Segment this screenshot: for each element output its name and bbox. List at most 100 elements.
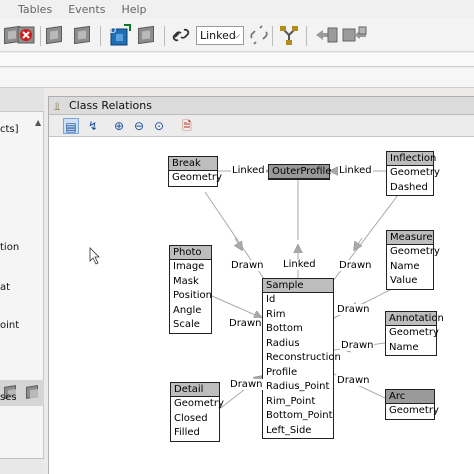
class-attribute: Profile bbox=[266, 366, 298, 378]
class-annotation[interactable]: Annotation Geometry Name bbox=[385, 311, 444, 356]
edge-label-photo-sample: Drawn bbox=[228, 318, 263, 329]
class-break[interactable]: Break Geometry bbox=[168, 156, 222, 187]
edge-label-outer-inflection: Linked bbox=[338, 165, 373, 176]
class-name: Annotation bbox=[386, 312, 444, 326]
link-icon[interactable] bbox=[170, 24, 192, 46]
class-attribute: Scale bbox=[173, 319, 200, 330]
class-attribute: Radius bbox=[266, 337, 300, 349]
window-title: Class Relations bbox=[69, 99, 152, 112]
left-panel-text: oint bbox=[0, 320, 20, 331]
class-attribute: Rim_Point bbox=[266, 395, 316, 407]
class-attribute: Value bbox=[390, 275, 418, 286]
class-attribute: Name bbox=[390, 260, 420, 272]
relations-graph-icon[interactable] bbox=[278, 24, 300, 46]
class-attribute: Mask bbox=[173, 275, 199, 287]
add-cube-icon[interactable] bbox=[44, 24, 66, 46]
cube-settings-icon[interactable] bbox=[136, 24, 158, 46]
toolbar-separator bbox=[40, 26, 41, 46]
toolbar-separator bbox=[306, 26, 307, 46]
relations-icon: ⫫ bbox=[54, 100, 61, 113]
class-photo[interactable]: Photo Image Mask Position Angle Scale bbox=[169, 245, 212, 334]
link-mode-value: Linked bbox=[200, 29, 236, 42]
workspace-strip bbox=[0, 68, 474, 88]
class-arc[interactable]: Arc Geometry bbox=[385, 389, 439, 420]
class-sample[interactable]: Sample Id Rim Bottom Radius Reconstructi… bbox=[262, 278, 341, 439]
zoom-out-icon[interactable]: ⊖ bbox=[131, 118, 147, 134]
edge-label-detail-sample: Drawn bbox=[229, 379, 264, 390]
class-name: Inflection bbox=[387, 152, 436, 166]
address-bar bbox=[0, 53, 474, 67]
export-pdf-icon[interactable]: 🗎 bbox=[179, 118, 195, 134]
left-panel-text: ses bbox=[0, 392, 17, 403]
menu-tables[interactable]: Tables bbox=[18, 3, 52, 16]
class-attribute: Rim bbox=[266, 308, 286, 320]
class-detail[interactable]: Detail Geometry Closed Filled bbox=[170, 382, 224, 442]
delete-icon[interactable] bbox=[16, 24, 38, 46]
class-measure[interactable]: Measure Geometry Name Value bbox=[386, 230, 440, 290]
class-attribute: Id bbox=[266, 294, 276, 305]
remove-cube-icon[interactable] bbox=[314, 24, 338, 46]
class-name: OuterProfile bbox=[269, 165, 332, 179]
unlink-icon[interactable] bbox=[248, 24, 270, 46]
class-outer-profile[interactable]: OuterProfile bbox=[268, 164, 332, 180]
edge-label-inflection-sample: Drawn bbox=[338, 260, 373, 271]
edge-label-break-sample: Drawn bbox=[230, 260, 265, 271]
select-mode-icon[interactable]: ▤ bbox=[63, 118, 79, 134]
svg-text:D: D bbox=[110, 26, 116, 35]
edge-label-outer-sample: Linked bbox=[282, 259, 317, 270]
class-name: Detail bbox=[171, 383, 219, 397]
edge-label-break-outer: Linked bbox=[231, 165, 266, 176]
class-attribute: Geometry bbox=[390, 246, 440, 257]
class-name: Photo bbox=[170, 246, 211, 260]
class-attribute: Bottom_Point bbox=[266, 410, 333, 421]
cube-grid-icon[interactable] bbox=[72, 24, 94, 46]
class-attribute: Image bbox=[173, 261, 205, 272]
left-panel-text: at bbox=[0, 282, 11, 293]
left-panel-header bbox=[0, 88, 44, 112]
class-attribute: Closed bbox=[174, 412, 208, 424]
class-attribute: Filled bbox=[174, 427, 200, 438]
edge-label-annotation-sample: Drawn bbox=[340, 340, 375, 351]
scroll-up-icon[interactable]: ▲ bbox=[35, 118, 41, 127]
toolbar-separator bbox=[164, 26, 165, 46]
menu-bar: Tables Events Help bbox=[0, 0, 474, 18]
class-attribute: Left_Side bbox=[266, 424, 312, 436]
menu-help[interactable]: Help bbox=[121, 3, 146, 16]
main-toolbar: D Linked ⌵ bbox=[0, 18, 474, 52]
class-name: Measure bbox=[387, 231, 433, 245]
class-attribute: Reconstruction bbox=[266, 352, 341, 363]
left-panel-text: tion bbox=[0, 242, 20, 253]
class-name: Break bbox=[169, 157, 217, 171]
class-name: Sample bbox=[263, 279, 333, 293]
class-attribute: Geometry bbox=[172, 172, 222, 183]
class-attribute: Position bbox=[173, 290, 212, 301]
edge-label-arc-sample: Drawn bbox=[336, 375, 371, 386]
class-attribute: Radius_Point bbox=[266, 381, 330, 392]
class-attribute: Geometry bbox=[390, 167, 440, 178]
class-name: Arc bbox=[386, 390, 434, 404]
class-attribute: Bottom bbox=[266, 323, 303, 334]
class-attribute: Name bbox=[389, 341, 419, 353]
chevron-down-icon: ⌵ bbox=[233, 31, 240, 41]
zoom-fit-icon[interactable]: ⊙ bbox=[151, 118, 167, 134]
cube-icon[interactable] bbox=[26, 385, 38, 399]
zoom-in-icon[interactable]: ⊕ bbox=[111, 118, 127, 134]
class-attribute: Geometry bbox=[389, 327, 439, 338]
link-mode-select[interactable]: Linked ⌵ bbox=[196, 26, 244, 45]
class-inflection[interactable]: Inflection Geometry Dashed bbox=[386, 151, 440, 196]
class-attribute: Angle bbox=[173, 304, 202, 316]
diagram-toolbar: ▤ ↯ ⊕ ⊖ ⊙ 🗎 bbox=[49, 115, 474, 137]
menu-events[interactable]: Events bbox=[68, 3, 105, 16]
class-attribute: Dashed bbox=[390, 181, 428, 193]
edge-label-measure-sample: Drawn bbox=[336, 304, 371, 315]
import-cube-icon[interactable]: D bbox=[108, 24, 131, 46]
left-panel-tab[interactable] bbox=[0, 458, 44, 474]
left-panel-text: cts] bbox=[0, 124, 19, 135]
class-attribute: Geometry bbox=[174, 398, 224, 409]
free-layout-icon[interactable]: ↯ bbox=[85, 118, 101, 134]
toolbar-separator bbox=[272, 26, 273, 46]
left-panel: ▲ cts] tion at oint ses bbox=[0, 88, 44, 474]
toolbar-separator bbox=[100, 26, 101, 46]
window-title-bar: ⫫ Class Relations bbox=[49, 97, 474, 115]
add-cube-arrow-icon[interactable] bbox=[342, 24, 367, 46]
